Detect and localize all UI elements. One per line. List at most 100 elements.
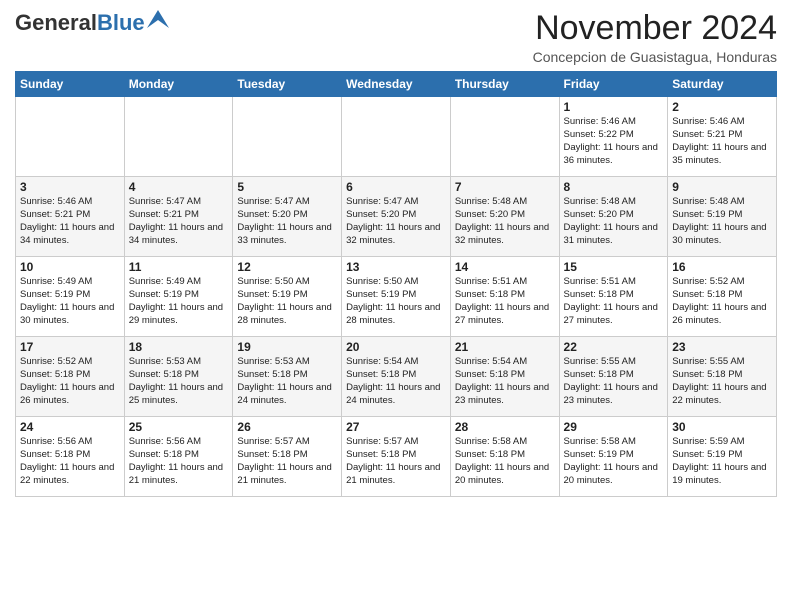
day-number: 30 <box>672 420 772 434</box>
calendar-cell: 4 Sunrise: 5:47 AM Sunset: 5:21 PM Daylig… <box>124 177 233 257</box>
day-info: Sunrise: 5:47 AM Sunset: 5:20 PM Dayligh… <box>237 196 337 247</box>
logo-bird-icon <box>147 10 169 28</box>
logo-general: General <box>15 10 97 36</box>
calendar-cell <box>342 97 451 177</box>
calendar-table: SundayMondayTuesdayWednesdayThursdayFrid… <box>15 71 777 497</box>
calendar-cell: 3 Sunrise: 5:46 AM Sunset: 5:21 PM Daylig… <box>16 177 125 257</box>
day-info: Sunrise: 5:54 AM Sunset: 5:18 PM Dayligh… <box>455 356 555 407</box>
day-info: Sunrise: 5:49 AM Sunset: 5:19 PM Dayligh… <box>20 276 120 327</box>
day-info: Sunrise: 5:46 AM Sunset: 5:21 PM Dayligh… <box>672 116 772 167</box>
day-info: Sunrise: 5:55 AM Sunset: 5:18 PM Dayligh… <box>564 356 664 407</box>
calendar-cell: 14Sunrise: 5:51 AM Sunset: 5:18 PM Dayli… <box>450 257 559 337</box>
calendar-cell: 30 Sunrise: 5:59 AM Sunset: 5:19 PM Dayli… <box>668 417 777 497</box>
day-info: Sunrise: 5:51 AM Sunset: 5:18 PM Dayligh… <box>455 276 555 327</box>
day-number: 26 <box>237 420 337 434</box>
calendar-cell <box>450 97 559 177</box>
day-info: Sunrise: 5:53 AM Sunset: 5:18 PM Dayligh… <box>237 356 337 407</box>
calendar-week-row: 1 Sunrise: 5:46 AM Sunset: 5:22 PM Daylig… <box>16 97 777 177</box>
day-info: Sunrise: 5:55 AM Sunset: 5:18 PM Dayligh… <box>672 356 772 407</box>
day-number: 9 <box>672 180 772 194</box>
calendar-cell <box>233 97 342 177</box>
day-info: Sunrise: 5:58 AM Sunset: 5:19 PM Dayligh… <box>564 436 664 487</box>
day-info: Sunrise: 5:50 AM Sunset: 5:19 PM Dayligh… <box>237 276 337 327</box>
day-number: 1 <box>564 100 664 114</box>
calendar-cell: 16 Sunrise: 5:52 AM Sunset: 5:18 PM Dayli… <box>668 257 777 337</box>
calendar-cell: 9 Sunrise: 5:48 AM Sunset: 5:19 PM Daylig… <box>668 177 777 257</box>
calendar-cell: 20Sunrise: 5:54 AM Sunset: 5:18 PM Dayli… <box>342 337 451 417</box>
day-number: 12 <box>237 260 337 274</box>
calendar-cell: 22 Sunrise: 5:55 AM Sunset: 5:18 PM Dayli… <box>559 337 668 417</box>
day-info: Sunrise: 5:59 AM Sunset: 5:19 PM Dayligh… <box>672 436 772 487</box>
calendar-week-row: 24 Sunrise: 5:56 AM Sunset: 5:18 PM Dayli… <box>16 417 777 497</box>
day-number: 11 <box>129 260 229 274</box>
page-header: General Blue November 2024 Concepcion de… <box>15 10 777 65</box>
day-number: 21 <box>455 340 555 354</box>
day-number: 25 <box>129 420 229 434</box>
day-number: 24 <box>20 420 120 434</box>
calendar-cell: 12 Sunrise: 5:50 AM Sunset: 5:19 PM Dayli… <box>233 257 342 337</box>
day-number: 22 <box>564 340 664 354</box>
day-number: 10 <box>20 260 120 274</box>
day-info: Sunrise: 5:50 AM Sunset: 5:19 PM Dayligh… <box>346 276 446 327</box>
day-of-week-header: Tuesday <box>233 72 342 97</box>
day-number: 29 <box>564 420 664 434</box>
calendar-cell: 19Sunrise: 5:53 AM Sunset: 5:18 PM Dayli… <box>233 337 342 417</box>
calendar-cell: 7 Sunrise: 5:48 AM Sunset: 5:20 PM Daylig… <box>450 177 559 257</box>
day-number: 4 <box>129 180 229 194</box>
day-info: Sunrise: 5:53 AM Sunset: 5:18 PM Dayligh… <box>129 356 229 407</box>
calendar-cell: 1 Sunrise: 5:46 AM Sunset: 5:22 PM Daylig… <box>559 97 668 177</box>
calendar-cell <box>16 97 125 177</box>
day-info: Sunrise: 5:46 AM Sunset: 5:21 PM Dayligh… <box>20 196 120 247</box>
day-info: Sunrise: 5:58 AM Sunset: 5:18 PM Dayligh… <box>455 436 555 487</box>
day-of-week-header: Friday <box>559 72 668 97</box>
day-number: 15 <box>564 260 664 274</box>
day-number: 28 <box>455 420 555 434</box>
calendar-cell: 18 Sunrise: 5:53 AM Sunset: 5:18 PM Dayli… <box>124 337 233 417</box>
calendar-cell: 21 Sunrise: 5:54 AM Sunset: 5:18 PM Dayli… <box>450 337 559 417</box>
day-number: 23 <box>672 340 772 354</box>
day-info: Sunrise: 5:49 AM Sunset: 5:19 PM Dayligh… <box>129 276 229 327</box>
day-info: Sunrise: 5:47 AM Sunset: 5:21 PM Dayligh… <box>129 196 229 247</box>
day-info: Sunrise: 5:48 AM Sunset: 5:19 PM Dayligh… <box>672 196 772 247</box>
day-info: Sunrise: 5:56 AM Sunset: 5:18 PM Dayligh… <box>20 436 120 487</box>
day-info: Sunrise: 5:47 AM Sunset: 5:20 PM Dayligh… <box>346 196 446 247</box>
day-number: 3 <box>20 180 120 194</box>
day-number: 20 <box>346 340 446 354</box>
calendar-cell: 17Sunrise: 5:52 AM Sunset: 5:18 PM Dayli… <box>16 337 125 417</box>
day-number: 18 <box>129 340 229 354</box>
day-number: 7 <box>455 180 555 194</box>
day-number: 16 <box>672 260 772 274</box>
calendar-week-row: 10 Sunrise: 5:49 AM Sunset: 5:19 PM Dayli… <box>16 257 777 337</box>
calendar-cell: 26 Sunrise: 5:57 AM Sunset: 5:18 PM Dayli… <box>233 417 342 497</box>
calendar-week-row: 17Sunrise: 5:52 AM Sunset: 5:18 PM Dayli… <box>16 337 777 417</box>
logo: General Blue <box>15 10 169 36</box>
day-number: 6 <box>346 180 446 194</box>
day-info: Sunrise: 5:57 AM Sunset: 5:18 PM Dayligh… <box>346 436 446 487</box>
calendar-cell: 24 Sunrise: 5:56 AM Sunset: 5:18 PM Dayli… <box>16 417 125 497</box>
calendar-cell: 27Sunrise: 5:57 AM Sunset: 5:18 PM Dayli… <box>342 417 451 497</box>
title-area: November 2024 Concepcion de Guasistagua,… <box>533 10 777 65</box>
calendar-cell <box>124 97 233 177</box>
calendar-cell: 29 Sunrise: 5:58 AM Sunset: 5:19 PM Dayli… <box>559 417 668 497</box>
calendar-cell: 25 Sunrise: 5:56 AM Sunset: 5:18 PM Dayli… <box>124 417 233 497</box>
day-of-week-header: Wednesday <box>342 72 451 97</box>
day-of-week-header: Saturday <box>668 72 777 97</box>
day-info: Sunrise: 5:48 AM Sunset: 5:20 PM Dayligh… <box>455 196 555 247</box>
day-number: 2 <box>672 100 772 114</box>
calendar-cell: 10 Sunrise: 5:49 AM Sunset: 5:19 PM Dayli… <box>16 257 125 337</box>
logo-blue: Blue <box>97 10 145 36</box>
day-info: Sunrise: 5:57 AM Sunset: 5:18 PM Dayligh… <box>237 436 337 487</box>
calendar-cell: 8Sunrise: 5:48 AM Sunset: 5:20 PM Daylig… <box>559 177 668 257</box>
day-info: Sunrise: 5:52 AM Sunset: 5:18 PM Dayligh… <box>672 276 772 327</box>
day-of-week-header: Monday <box>124 72 233 97</box>
day-number: 13 <box>346 260 446 274</box>
calendar-cell: 28 Sunrise: 5:58 AM Sunset: 5:18 PM Dayli… <box>450 417 559 497</box>
day-of-week-header: Sunday <box>16 72 125 97</box>
day-info: Sunrise: 5:46 AM Sunset: 5:22 PM Dayligh… <box>564 116 664 167</box>
calendar-cell: 6 Sunrise: 5:47 AM Sunset: 5:20 PM Daylig… <box>342 177 451 257</box>
day-info: Sunrise: 5:56 AM Sunset: 5:18 PM Dayligh… <box>129 436 229 487</box>
calendar-cell: 11 Sunrise: 5:49 AM Sunset: 5:19 PM Dayli… <box>124 257 233 337</box>
location: Concepcion de Guasistagua, Honduras <box>533 49 777 65</box>
calendar-cell: 23 Sunrise: 5:55 AM Sunset: 5:18 PM Dayli… <box>668 337 777 417</box>
day-info: Sunrise: 5:52 AM Sunset: 5:18 PM Dayligh… <box>20 356 120 407</box>
